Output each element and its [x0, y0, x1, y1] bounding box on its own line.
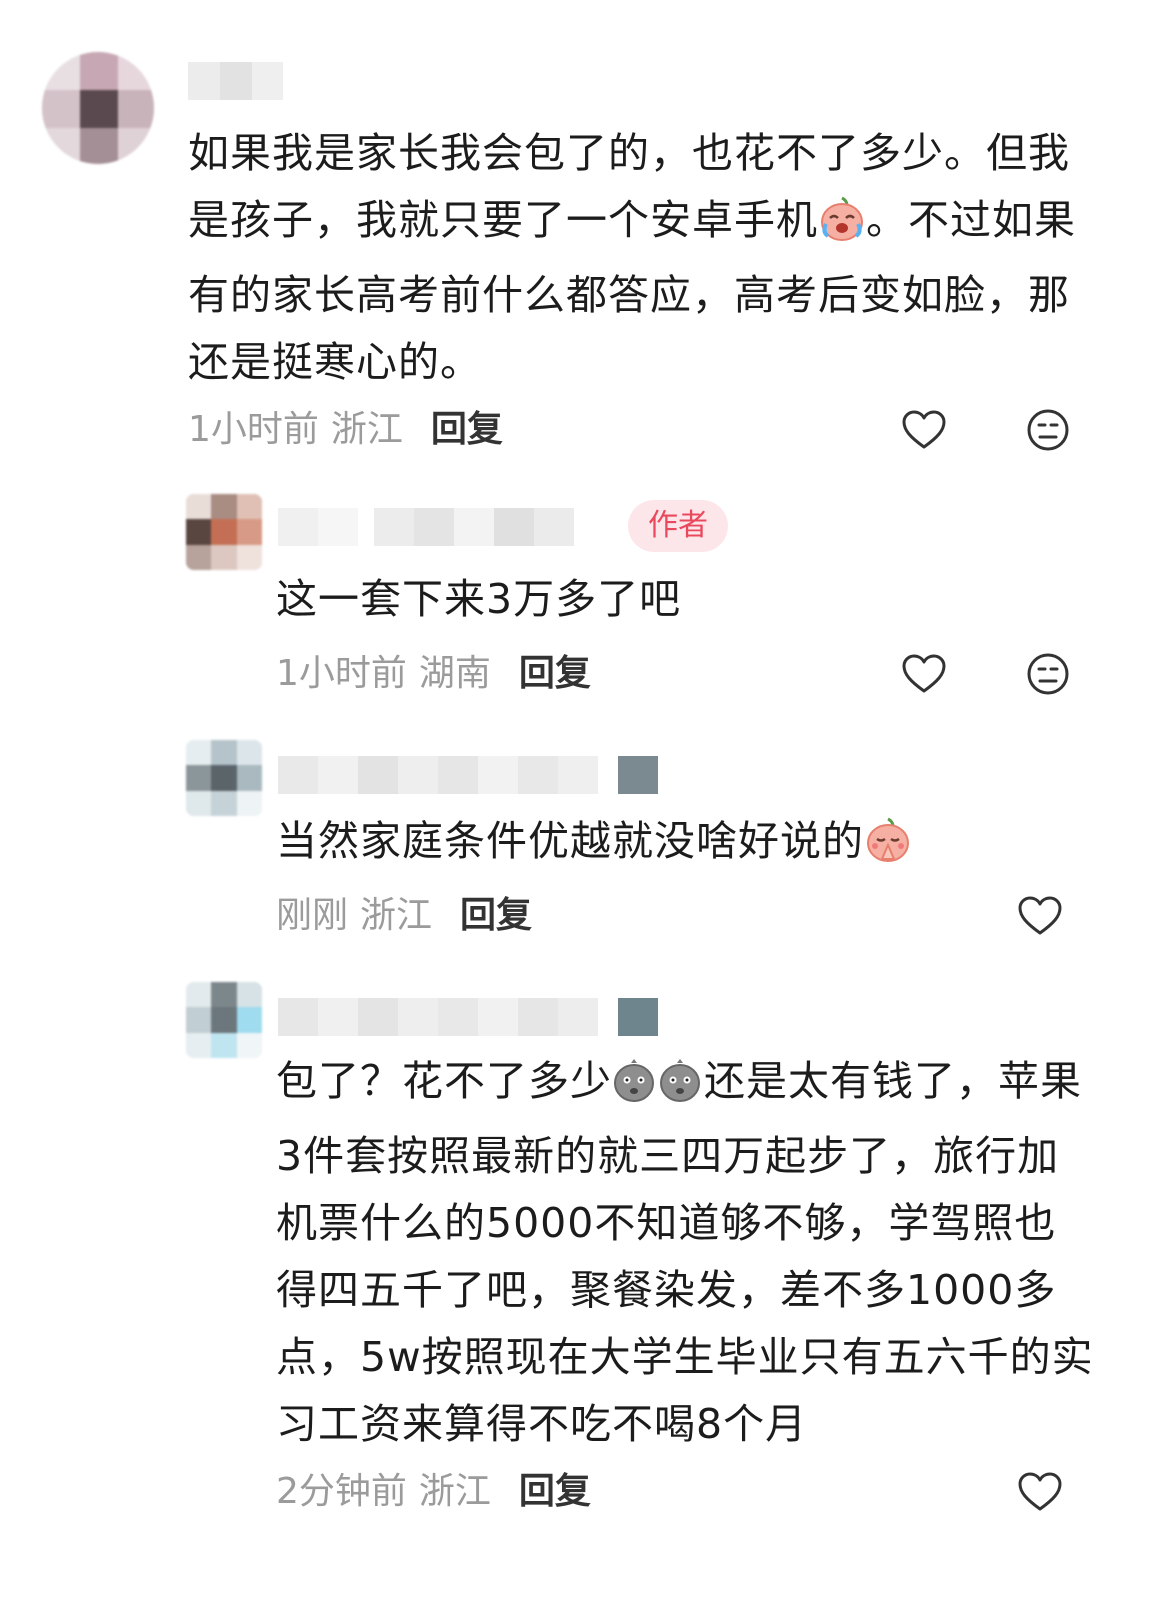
avatar[interactable] [186, 982, 262, 1058]
comment-text: 包了？花不了多少 还是太有钱了，苹果3件套按照最新的就三四万起步了，旅行加机票什么… [276, 1055, 1094, 1448]
location: 浙江 [360, 895, 433, 936]
comment-meta: 刚刚 浙江 回复 [276, 894, 532, 938]
like-heart-icon[interactable] [1018, 1472, 1062, 1516]
like-heart-icon[interactable] [902, 410, 946, 454]
username[interactable] [278, 508, 598, 546]
location: 浙江 [418, 1471, 491, 1512]
username[interactable] [278, 998, 678, 1036]
praying-peach-icon [864, 815, 912, 883]
like-heart-icon[interactable] [902, 654, 946, 698]
author-badge: 作者 [628, 500, 728, 552]
reply-button[interactable]: 回复 [431, 409, 503, 450]
gray-speechless-icon [612, 1055, 704, 1123]
location: 浙江 [330, 409, 403, 450]
timestamp: 刚刚 [276, 895, 349, 936]
comment-meta: 1小时前 浙江 回复 [188, 408, 503, 452]
reply-button[interactable]: 回复 [460, 895, 532, 936]
timestamp: 1小时前 [188, 409, 319, 450]
reply-button[interactable]: 回复 [519, 1471, 591, 1512]
location: 湖南 [418, 653, 491, 694]
comment-meta: 2分钟前 浙江 回复 [276, 1470, 591, 1514]
username[interactable] [278, 756, 678, 794]
timestamp: 1小时前 [276, 653, 407, 694]
like-heart-icon[interactable] [1018, 896, 1062, 940]
comment-meta: 1小时前 湖南 回复 [276, 652, 591, 696]
laugh-cry-peach-icon [818, 194, 866, 262]
username[interactable] [188, 62, 283, 100]
timestamp: 2分钟前 [276, 1471, 407, 1512]
comment-text: 如果我是家长我会包了的，也花不了多少。但我是孩子，我就只要了一个安卓手机 。不过如… [188, 129, 1076, 386]
dislike-face-icon[interactable] [1026, 408, 1070, 456]
avatar[interactable] [186, 740, 262, 816]
dislike-face-icon[interactable] [1026, 652, 1070, 700]
avatar[interactable] [186, 494, 262, 570]
reply-button[interactable]: 回复 [519, 653, 591, 694]
comment-text: 这一套下来3万多了吧 [276, 575, 682, 623]
comment-text: 当然家庭条件优越就没啥好说的 [276, 808, 1136, 883]
avatar[interactable] [42, 52, 154, 164]
